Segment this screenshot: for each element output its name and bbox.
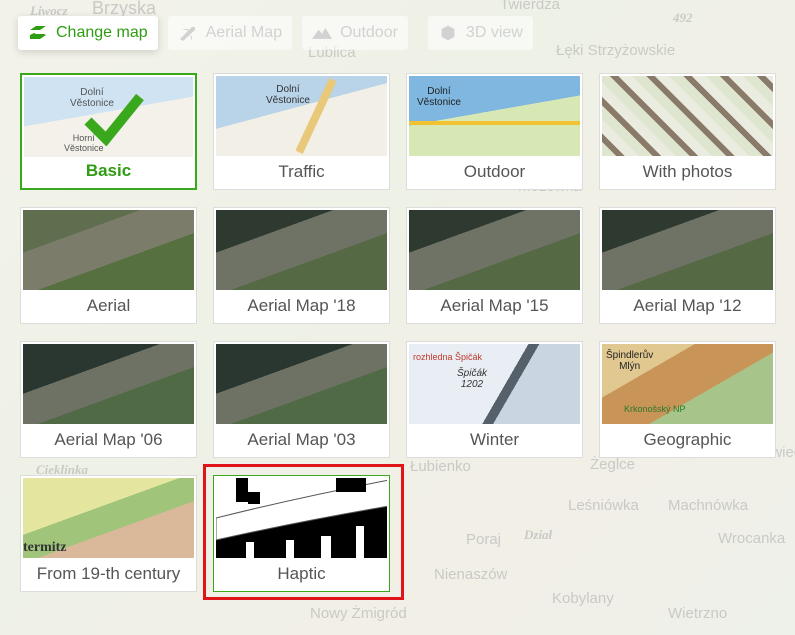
map-label: Łęki Strzyżowskie [556, 42, 676, 59]
mountain-icon [312, 28, 333, 39]
tile-aerial[interactable]: Aerial [20, 207, 197, 324]
tile-label: Aerial Map '06 [54, 430, 163, 449]
photos-thumbnail [602, 76, 773, 156]
tile-haptic[interactable]: Haptic [213, 475, 390, 592]
3d-view-label: 3D view [465, 24, 523, 41]
tile-label: Traffic [278, 162, 325, 181]
tile-19th-century[interactable]: termitz From 19-th century [20, 475, 197, 592]
winter-thumbnail: rozhledna Špičák Špičák 1202 [409, 344, 580, 424]
tile-outdoor[interactable]: Dolní Věstonice Outdoor [406, 73, 583, 190]
tile-traffic[interactable]: Dolní Věstonice Traffic [213, 73, 390, 190]
aerial-03-thumbnail [216, 344, 387, 424]
cube-icon [441, 25, 455, 41]
aerial-15-thumbnail [409, 210, 580, 290]
outdoor-label: Outdoor [340, 24, 398, 41]
layers-icon [30, 26, 46, 39]
tile-label: Aerial Map '03 [247, 430, 356, 449]
tile-basic[interactable]: Dolní Věstonice Horní Věstonice Basic [20, 73, 197, 190]
geographic-thumbnail: Špindlerův Mlýn Krkonošský NP [602, 344, 773, 424]
traffic-thumbnail: Dolní Věstonice [216, 76, 387, 156]
tile-label: With photos [642, 162, 733, 181]
3d-view-button[interactable]: 3D view [427, 16, 533, 50]
aerial-thumbnail [23, 210, 194, 290]
tile-label: Outdoor [463, 162, 526, 181]
century-thumbnail: termitz [23, 478, 194, 558]
aerial-map-label: Aerial Map [205, 24, 283, 41]
outdoor-button[interactable]: Outdoor [302, 16, 408, 50]
map-toolbar: Change map Aerial Map Outdoor 3D view [18, 16, 533, 50]
outdoor-thumbnail: Dolní Věstonice [409, 76, 580, 156]
tile-label: Aerial Map '12 [633, 296, 742, 315]
tile-label: From 19-th century [36, 564, 181, 583]
map-label: 492 [673, 10, 693, 25]
map-label: Kobylany [552, 590, 614, 607]
map-label: Twierdza [500, 0, 561, 13]
tile-aerial-18[interactable]: Aerial Map '18 [213, 207, 390, 324]
tile-aerial-06[interactable]: Aerial Map '06 [20, 341, 197, 458]
aerial-06-thumbnail [23, 344, 194, 424]
checkmark-icon [84, 93, 144, 146]
tile-aerial-12[interactable]: Aerial Map '12 [599, 207, 776, 324]
tile-label: Basic [85, 161, 132, 180]
tile-label: Geographic [643, 430, 732, 449]
haptic-thumbnail [216, 478, 387, 558]
tile-aerial-15[interactable]: Aerial Map '15 [406, 207, 583, 324]
change-map-label: Change map [56, 24, 148, 41]
tile-with-photos[interactable]: With photos [599, 73, 776, 190]
tile-winter[interactable]: rozhledna Špičák Špičák 1202 Winter [406, 341, 583, 458]
basic-thumbnail: Dolní Věstonice Horní Věstonice [24, 77, 193, 157]
tile-label: Haptic [277, 564, 326, 583]
map-type-grid: Dolní Věstonice Horní Věstonice Basic Doln… [20, 73, 776, 592]
tile-label: Winter [469, 430, 520, 449]
aerial-12-thumbnail [602, 210, 773, 290]
map-label: Wietrzno [668, 605, 728, 622]
tile-label: Aerial Map '15 [440, 296, 549, 315]
airplane-icon [179, 27, 195, 41]
aerial-18-thumbnail [216, 210, 387, 290]
map-label: Nowy Żmigród [310, 605, 407, 622]
tile-label: Aerial [86, 296, 131, 315]
aerial-map-button[interactable]: Aerial Map [167, 16, 293, 50]
tile-label: Aerial Map '18 [247, 296, 356, 315]
tile-aerial-03[interactable]: Aerial Map '03 [213, 341, 390, 458]
change-map-button[interactable]: Change map [18, 16, 158, 50]
tile-geographic[interactable]: Špindlerův Mlýn Krkonošský NP Geographic [599, 341, 776, 458]
